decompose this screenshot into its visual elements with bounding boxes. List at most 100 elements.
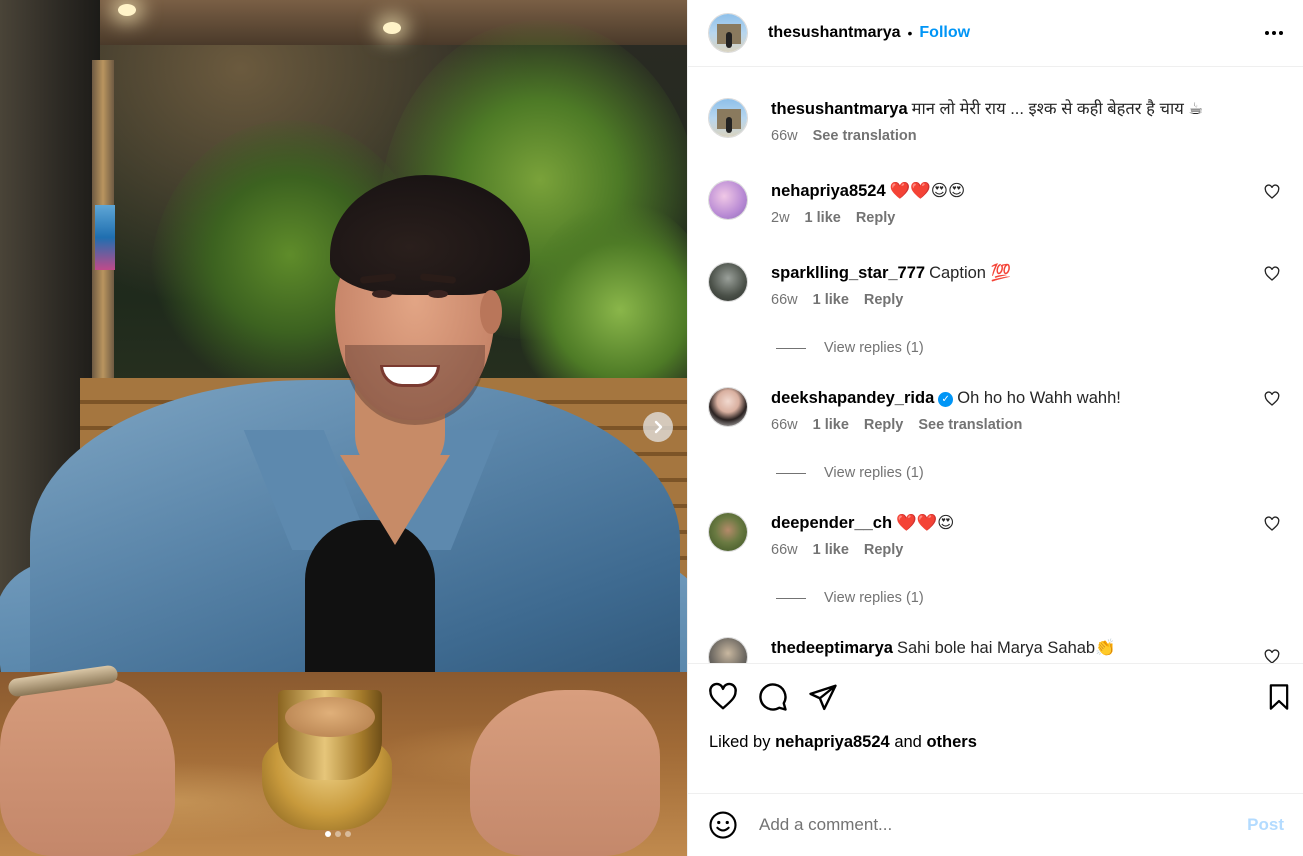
reply-button[interactable]: Reply <box>864 417 904 433</box>
commenter-avatar[interactable] <box>708 180 748 220</box>
comment-input[interactable] <box>759 815 1248 835</box>
comment-text: ❤️❤️😍 <box>896 514 955 532</box>
comment-line: thedeeptimarya Sahi bole hai Marya Sahab👏 <box>771 637 1288 659</box>
comment-likes[interactable]: 1 like <box>813 417 849 433</box>
follow-button[interactable]: Follow <box>919 24 970 42</box>
comments-list[interactable]: thesushantmarya मान लो मेरी राय ... इश्क … <box>688 68 1303 663</box>
carousel-next-button[interactable] <box>643 412 673 442</box>
comment-like-icon[interactable] <box>1264 649 1280 663</box>
author-avatar[interactable] <box>708 98 748 138</box>
share-button[interactable] <box>808 682 838 712</box>
author-avatar[interactable] <box>708 13 748 53</box>
photo-ceiling-light <box>118 4 136 16</box>
reply-button[interactable]: Reply <box>864 542 904 558</box>
carousel-indicator <box>325 831 351 837</box>
commenter-username[interactable]: nehapriya8524 <box>771 182 886 200</box>
comment-item: deekshapandey_rida ✓ Oh ho ho Wahh wahh! 6… <box>708 387 1288 433</box>
commenter-avatar[interactable] <box>708 512 748 552</box>
post-comment-button[interactable]: Post <box>1247 815 1284 835</box>
commenter-username[interactable]: thedeeptimarya <box>771 639 893 657</box>
commenter-username[interactable]: deepender__ch <box>771 514 892 532</box>
view-replies-button[interactable]: View replies (1) <box>776 340 924 356</box>
avatar-image <box>709 388 747 426</box>
more-options-button[interactable] <box>1265 25 1283 41</box>
instagram-post-view: thesushantmarya • Follow thesushantmarya… <box>0 0 1303 856</box>
carousel-dot <box>345 831 351 837</box>
heart-icon <box>709 682 737 710</box>
comment-body: deekshapandey_rida ✓ Oh ho ho Wahh wahh! 6… <box>771 387 1288 433</box>
comment-time[interactable]: 66w <box>771 292 798 308</box>
carousel-dot <box>335 831 341 837</box>
comment-like-icon[interactable] <box>1264 184 1280 200</box>
liked-by-user[interactable]: nehapriya8524 <box>775 733 890 751</box>
caption-username[interactable]: thesushantmarya <box>771 100 908 118</box>
comment-item: sparklling_star_777 Caption 💯 66w 1 like … <box>708 262 1288 308</box>
add-comment-bar: Post <box>688 793 1303 856</box>
comment-text: Oh ho ho Wahh wahh! <box>957 389 1121 407</box>
view-replies-button[interactable]: View replies (1) <box>776 590 924 606</box>
comment-time[interactable]: 66w <box>771 542 798 558</box>
photo-eye <box>372 290 392 298</box>
header-separator: • <box>907 25 913 41</box>
commenter-username[interactable]: deekshapandey_rida <box>771 389 934 407</box>
comment-like-icon[interactable] <box>1264 516 1280 532</box>
comment-time[interactable]: 2w <box>771 210 790 226</box>
reply-button[interactable]: Reply <box>864 292 904 308</box>
comment-text: ❤️❤️😍😍 <box>889 182 966 200</box>
more-dot-icon <box>1279 31 1283 35</box>
comment-meta: 66w 1 like Reply See translation <box>771 417 1288 433</box>
bookmark-icon <box>1269 684 1289 710</box>
avatar-image <box>726 32 732 48</box>
save-button[interactable] <box>1264 682 1294 712</box>
author-username[interactable]: thesushantmarya <box>768 24 901 42</box>
commenter-avatar[interactable] <box>708 262 748 302</box>
replies-divider <box>776 597 806 599</box>
view-replies-button[interactable]: View replies (1) <box>776 465 924 481</box>
liked-by-and: and <box>894 733 922 751</box>
comment-like-icon[interactable] <box>1264 391 1280 407</box>
comment-line: sparklling_star_777 Caption 💯 <box>771 262 1288 284</box>
comment-likes[interactable]: 1 like <box>805 210 841 226</box>
commenter-avatar[interactable] <box>708 637 748 663</box>
commenter-avatar[interactable] <box>708 387 748 427</box>
avatar-image <box>709 513 747 551</box>
replies-divider <box>776 472 806 474</box>
comment-text: Caption 💯 <box>929 264 1012 282</box>
comment-time[interactable]: 66w <box>771 417 798 433</box>
photo-tea <box>285 697 375 737</box>
comment-button[interactable] <box>758 682 788 712</box>
avatar-image <box>709 181 747 219</box>
comment-item: deepender__ch ❤️❤️😍 66w 1 like Reply <box>708 512 1288 558</box>
comment-meta: 66w 1 like Reply <box>771 292 1288 308</box>
caption-time[interactable]: 66w <box>771 128 798 144</box>
paper-plane-icon <box>809 684 837 711</box>
comment-item: thedeeptimarya Sahi bole hai Marya Sahab👏 <box>708 637 1288 663</box>
action-icons <box>708 682 838 712</box>
post-photo[interactable] <box>0 0 687 856</box>
comment-line: deekshapandey_rida ✓ Oh ho ho Wahh wahh! <box>771 387 1288 409</box>
commenter-username[interactable]: sparklling_star_777 <box>771 264 925 282</box>
like-button[interactable] <box>708 682 738 712</box>
view-replies-label: View replies (1) <box>824 590 924 606</box>
liked-by-others[interactable]: others <box>926 733 976 751</box>
reply-button[interactable]: Reply <box>856 210 896 226</box>
emoji-icon[interactable] <box>708 810 738 840</box>
comment-likes[interactable]: 1 like <box>813 542 849 558</box>
more-dot-icon <box>1265 31 1269 35</box>
comment-like-icon[interactable] <box>1264 266 1280 282</box>
comment-likes[interactable]: 1 like <box>813 292 849 308</box>
photo-tshirt <box>305 520 435 680</box>
photo-neon-sign <box>95 205 115 270</box>
post-side-panel: thesushantmarya • Follow thesushantmarya… <box>687 0 1303 856</box>
photo-eye <box>428 290 448 298</box>
avatar-image <box>709 263 747 301</box>
photo-ear <box>480 290 502 334</box>
caption-body: thesushantmarya मान लो मेरी राय ... इश्क … <box>771 98 1288 144</box>
see-translation-button[interactable]: See translation <box>918 417 1022 433</box>
see-translation-button[interactable]: See translation <box>813 128 917 144</box>
post-actions: Liked by nehapriya8524 and others <box>688 663 1303 793</box>
comment-line: deepender__ch ❤️❤️😍 <box>771 512 1288 534</box>
replies-divider <box>776 347 806 349</box>
comment-item: nehapriya8524 ❤️❤️😍😍 2w 1 like Reply <box>708 180 1288 226</box>
avatar-image <box>726 117 732 133</box>
